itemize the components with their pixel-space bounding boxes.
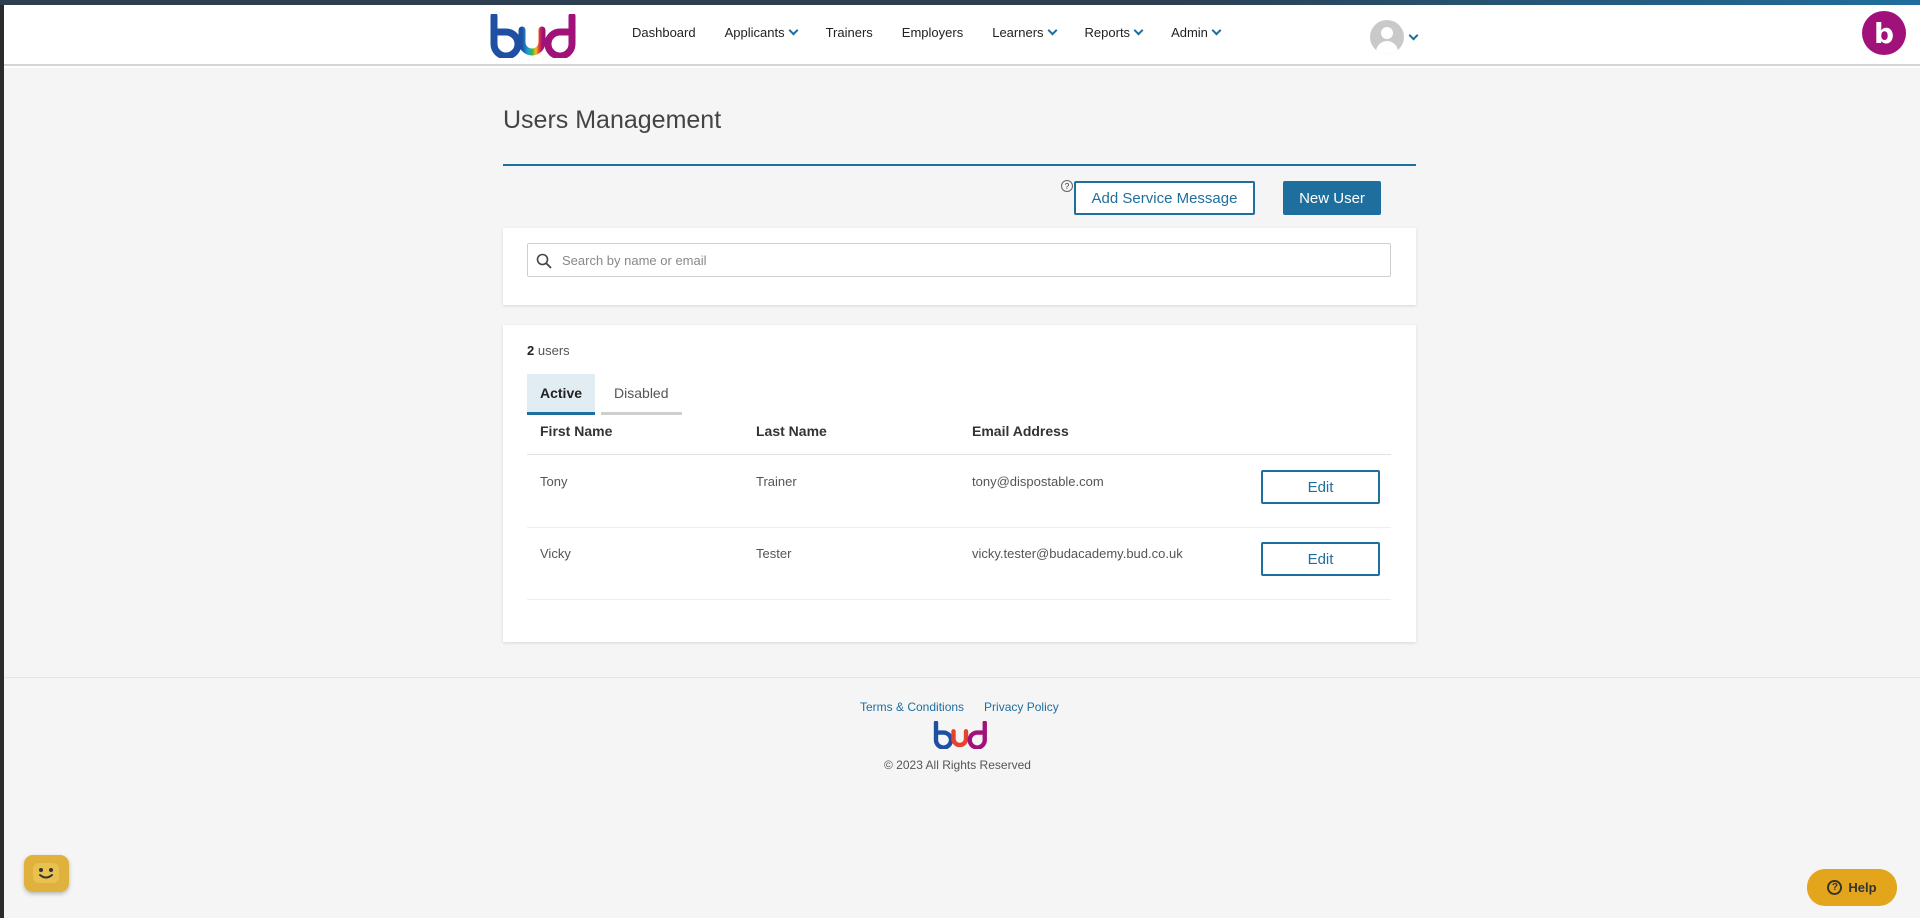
- table-header: First Name Last Name Email Address: [527, 423, 1391, 455]
- email-cell: vicky.tester@budacademy.bud.co.uk: [972, 546, 1183, 561]
- last-name-cell: Trainer: [756, 474, 797, 489]
- terms-link[interactable]: Terms & Conditions: [860, 700, 964, 714]
- email-cell: tony@dispostable.com: [972, 474, 1104, 489]
- table-row: Vicky Tester vicky.tester@budacademy.bud…: [527, 528, 1391, 600]
- chevron-down-icon: [1408, 30, 1419, 40]
- edit-user-button[interactable]: Edit: [1261, 542, 1380, 576]
- window-frame-edge: [0, 0, 4, 918]
- tab-active[interactable]: Active: [527, 374, 596, 415]
- first-name-cell: Vicky: [540, 546, 571, 561]
- top-accent-bar: [0, 0, 1920, 5]
- users-list-card: 2 users Active Disabled First Name Last …: [503, 325, 1416, 642]
- footer-logo: [931, 720, 991, 750]
- add-service-message-button[interactable]: Add Service Message: [1074, 181, 1255, 215]
- nav-learners[interactable]: Learners: [992, 25, 1057, 40]
- top-navigation-bar: Dashboard Applicants Trainers Employers …: [4, 5, 1920, 66]
- search-icon: [536, 253, 552, 269]
- tab-disabled[interactable]: Disabled: [601, 374, 682, 415]
- privacy-link[interactable]: Privacy Policy: [984, 700, 1059, 714]
- copyright-text: © 2023 All Rights Reserved: [884, 758, 1031, 772]
- chevron-down-icon: [1211, 25, 1222, 36]
- main-nav: Dashboard Applicants Trainers Employers …: [632, 25, 1249, 40]
- search-input[interactable]: [562, 244, 1382, 276]
- search-card: [503, 228, 1416, 305]
- question-icon: ?: [1827, 880, 1843, 895]
- user-count: 2 users: [527, 343, 570, 358]
- last-name-cell: Tester: [756, 546, 792, 561]
- bud-logo[interactable]: [486, 12, 582, 60]
- chevron-down-icon: [1133, 25, 1144, 36]
- help-button[interactable]: ? Help: [1807, 869, 1897, 906]
- column-email: Email Address: [972, 423, 1069, 439]
- chat-face-icon: [33, 863, 59, 883]
- footer-links: Terms & Conditions Privacy Policy: [860, 700, 1059, 714]
- column-last-name: Last Name: [756, 423, 827, 439]
- column-first-name: First Name: [540, 423, 613, 439]
- main-content: Users Management ? Add Service Message N…: [4, 68, 1920, 677]
- avatar: [1370, 20, 1404, 54]
- nav-reports[interactable]: Reports: [1085, 25, 1144, 40]
- chevron-down-icon: [1047, 25, 1057, 36]
- nav-admin[interactable]: Admin: [1171, 25, 1222, 40]
- chat-widget-button[interactable]: [24, 855, 69, 892]
- page-title: Users Management: [503, 106, 722, 134]
- user-menu[interactable]: [1370, 20, 1419, 54]
- edit-user-button[interactable]: Edit: [1261, 470, 1380, 504]
- title-divider: [503, 164, 1416, 166]
- first-name-cell: Tony: [540, 474, 568, 489]
- chevron-down-icon: [788, 25, 799, 36]
- search-box[interactable]: [527, 243, 1391, 277]
- nav-applicants[interactable]: Applicants: [725, 25, 799, 40]
- page-footer: Terms & Conditions Privacy Policy © 2023…: [4, 677, 1920, 918]
- new-user-button[interactable]: New User: [1283, 181, 1381, 215]
- status-tabs: Active Disabled: [527, 374, 688, 415]
- brand-badge[interactable]: b: [1862, 11, 1906, 55]
- nav-dashboard[interactable]: Dashboard: [632, 25, 696, 40]
- nav-employers[interactable]: Employers: [902, 25, 963, 40]
- nav-trainers[interactable]: Trainers: [826, 25, 873, 40]
- help-tooltip-icon[interactable]: ?: [1061, 180, 1073, 192]
- table-row: Tony Trainer tony@dispostable.com Edit: [527, 456, 1391, 528]
